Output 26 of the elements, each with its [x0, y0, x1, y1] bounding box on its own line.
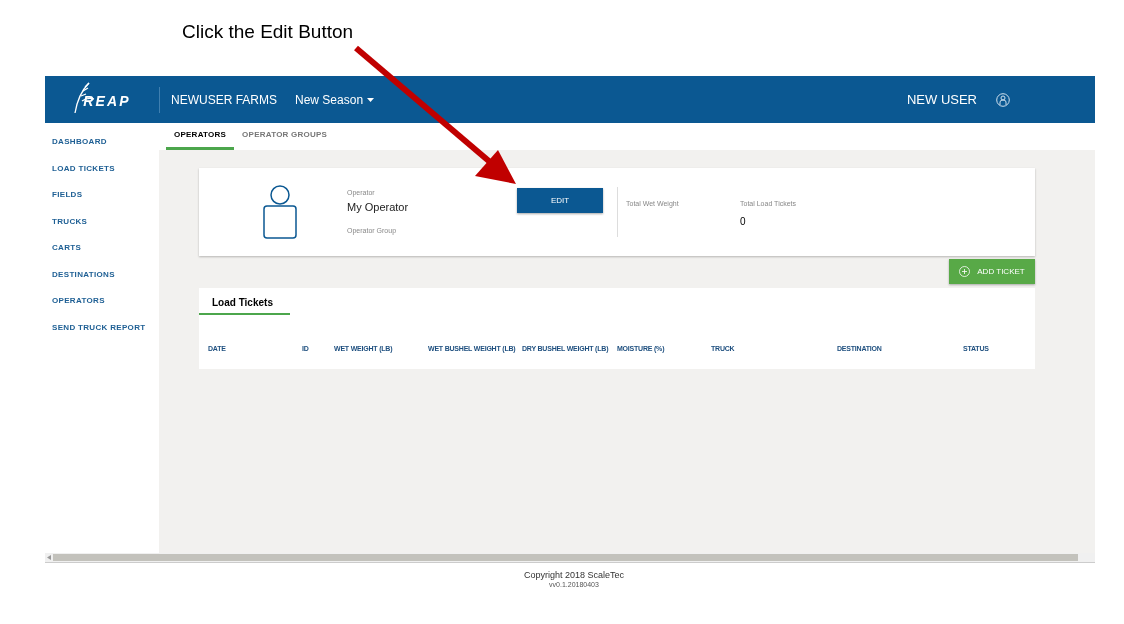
logo-text: REAP — [83, 91, 131, 111]
sidebar-item[interactable]: DESTINATIONS — [52, 267, 159, 282]
sidebar-item[interactable]: SEND TRUCK REPORT — [52, 320, 159, 335]
sidebar-item[interactable]: LOAD TICKETS — [52, 161, 159, 176]
season-dropdown[interactable]: New Season — [295, 90, 375, 109]
tab[interactable]: OPERATOR GROUPS — [234, 123, 336, 150]
horizontal-scrollbar[interactable] — [45, 553, 1095, 563]
operator-name: My Operator — [347, 200, 410, 216]
edit-button[interactable]: EDIT — [517, 188, 603, 213]
sidebar-item[interactable]: OPERATORS — [52, 294, 159, 308]
plus-circle-icon — [959, 266, 971, 277]
sidebar-item[interactable]: TRUCKS — [52, 214, 159, 229]
instruction-caption: Click the Edit Button — [182, 21, 354, 42]
sidebar-item[interactable]: FIELDS — [52, 188, 159, 202]
stat-value: 0 — [740, 214, 747, 229]
user-icon[interactable] — [996, 92, 1010, 107]
person-icon — [263, 185, 297, 239]
tab[interactable]: OPERATORS — [166, 123, 235, 150]
sidebar-item[interactable]: CARTS — [52, 241, 159, 255]
sidebar-item[interactable]: DASHBOARD — [52, 135, 159, 149]
caret-icon — [367, 97, 375, 102]
farm-name[interactable]: NEWUSER FARMS — [171, 90, 277, 109]
user-name[interactable]: NEW USER — [906, 89, 977, 110]
section-tab[interactable]: Load Tickets — [199, 288, 290, 315]
copyright-text: Copyright 2018 ScaleTec — [523, 570, 625, 581]
scroll-left-icon[interactable] — [47, 555, 51, 560]
